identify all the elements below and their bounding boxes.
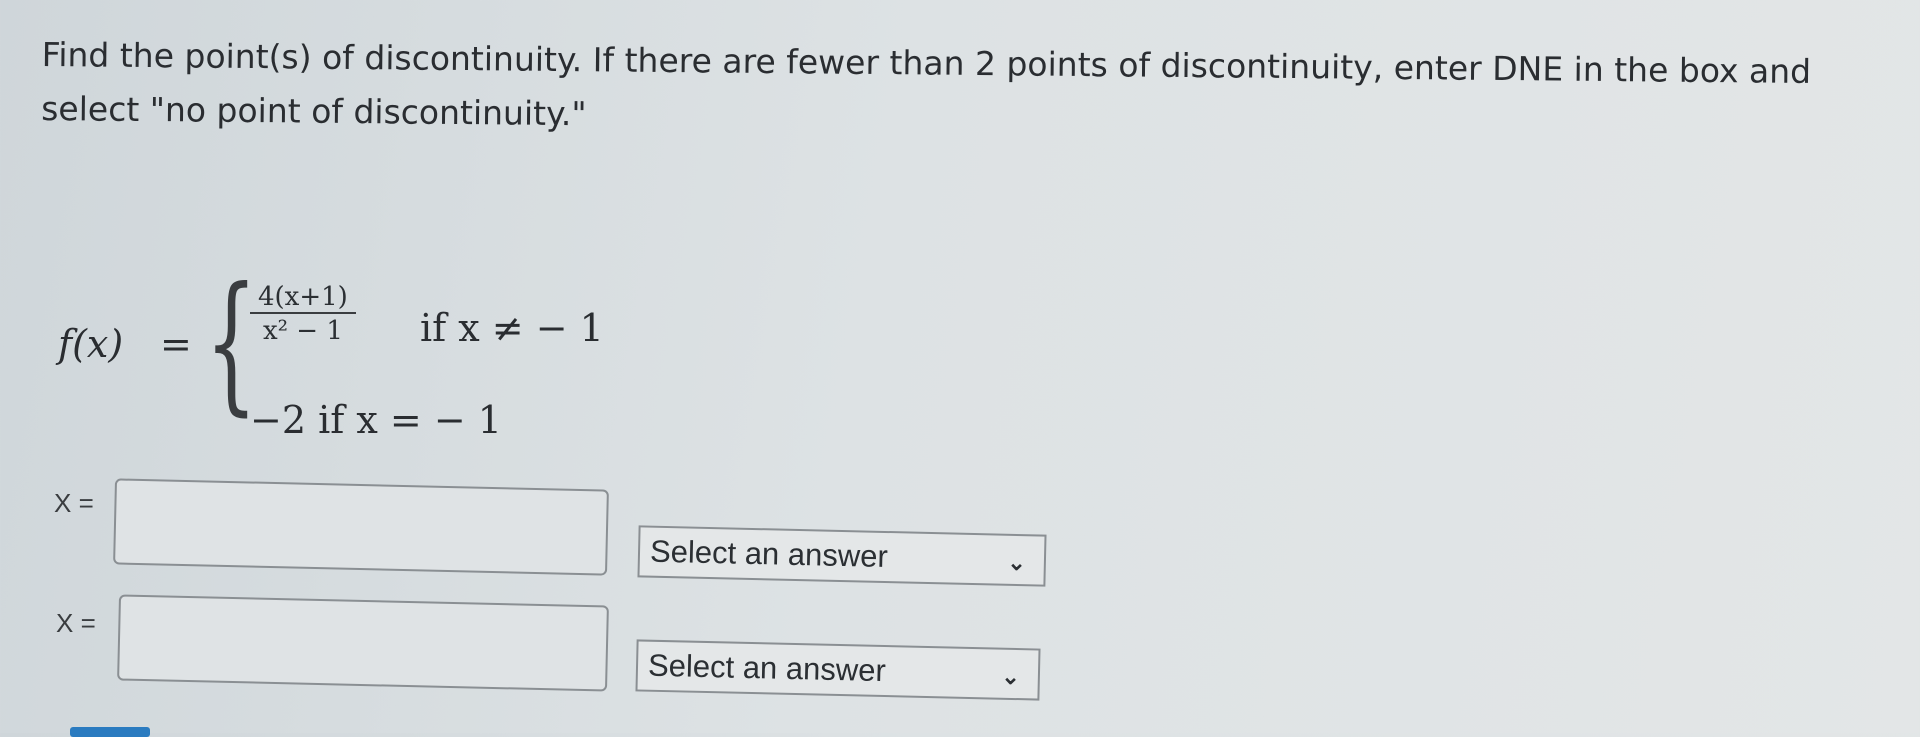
- answer-input-1[interactable]: [113, 478, 609, 576]
- fraction: 4(x+1) x² − 1: [250, 282, 356, 346]
- answer-label-2: X =: [56, 608, 96, 638]
- case2: −2 if x = − 1: [250, 398, 502, 442]
- submit-button[interactable]: [70, 727, 150, 737]
- answer-select-2[interactable]: Select an answer ⌄: [635, 639, 1041, 701]
- chevron-down-icon: ⌄: [1001, 663, 1021, 690]
- numerator: 4(x+1): [250, 282, 356, 314]
- chevron-down-icon: ⌄: [1007, 549, 1027, 576]
- denominator: x² − 1: [262, 316, 343, 346]
- answer-select-1[interactable]: Select an answer ⌄: [637, 525, 1047, 587]
- answer-label-1: X =: [54, 488, 94, 518]
- answer-input-2[interactable]: [117, 594, 609, 692]
- function-name: f(x): [58, 322, 124, 366]
- answer-select-1-value: Select an answer: [649, 533, 889, 575]
- case1-condition: if x ≠ − 1: [420, 306, 604, 350]
- equals-sign: =: [160, 322, 192, 366]
- answer-select-2-value: Select an answer: [647, 647, 887, 689]
- question-prompt: Find the point(s) of discontinuity. If t…: [41, 34, 1812, 134]
